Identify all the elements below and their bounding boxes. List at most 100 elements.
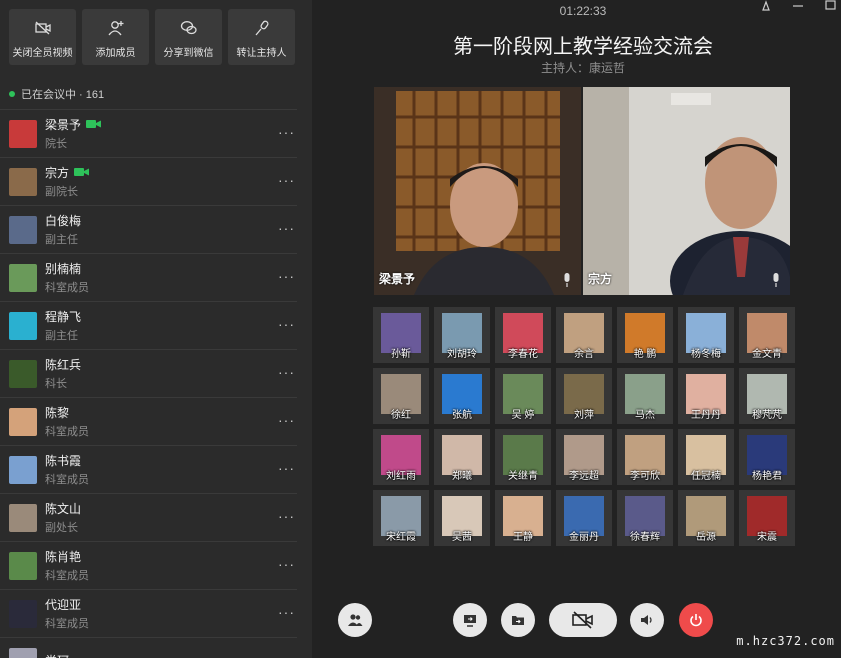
participant-tile[interactable]: 金文青 xyxy=(739,307,795,363)
member-name: 陈文山 xyxy=(45,501,82,516)
transfer-host-button[interactable]: 转让主持人 xyxy=(228,9,295,65)
more-options-icon[interactable]: ··· xyxy=(278,556,295,572)
participant-tile[interactable]: 徐春辉 xyxy=(617,490,673,546)
participant-tile[interactable]: 徐红 xyxy=(373,368,429,424)
participant-tile[interactable]: 李可欣 xyxy=(617,429,673,485)
camera-on-icon xyxy=(86,120,102,128)
participant-tile[interactable]: 宋震 xyxy=(739,490,795,546)
list-item[interactable]: 陈书霞 科室成员 ··· xyxy=(0,445,297,493)
participant-tile[interactable]: 杨冬梅 xyxy=(678,307,734,363)
participants-button[interactable] xyxy=(338,603,372,637)
member-name-row: 白俊梅 xyxy=(45,212,81,228)
member-role: 院长 xyxy=(45,138,67,150)
more-options-icon[interactable]: ··· xyxy=(278,604,295,620)
more-options-icon[interactable]: ··· xyxy=(278,220,295,236)
member-text: 程静飞 副主任 xyxy=(45,308,81,343)
sidebar-actions: 关闭全员视频 添加成员 分享到微信 转让主持人 xyxy=(9,9,295,65)
close-all-video-button[interactable]: 关闭全员视频 xyxy=(9,9,76,65)
participant-tile[interactable]: 关继青 xyxy=(495,429,551,485)
meeting-host: 主持人：康运哲 xyxy=(540,61,625,75)
participant-tile[interactable]: 郑曦 xyxy=(434,429,490,485)
participant-name: 马杰 xyxy=(635,410,655,421)
video-name-2: 宗方 xyxy=(588,272,613,286)
participant-tile[interactable]: 孙靳 xyxy=(373,307,429,363)
member-name: 陈书霞 xyxy=(45,453,82,468)
pin-icon[interactable] xyxy=(759,0,773,12)
member-name-row: 党珂 xyxy=(45,652,69,658)
participant-tile[interactable]: 马杰 xyxy=(617,368,673,424)
participant-tile[interactable]: 王静 xyxy=(495,490,551,546)
leave-meeting-button[interactable] xyxy=(679,603,713,637)
more-options-icon[interactable]: ··· xyxy=(278,364,295,380)
add-member-button[interactable]: 添加成员 xyxy=(82,9,149,65)
participant-tile[interactable]: 刘萍 xyxy=(556,368,612,424)
participant-tile[interactable]: 岳源 xyxy=(678,490,734,546)
member-role: 副处长 xyxy=(45,522,78,534)
share-file-icon xyxy=(512,616,524,625)
minimize-icon[interactable] xyxy=(791,0,805,12)
more-options-icon[interactable]: ··· xyxy=(278,268,295,284)
participant-tile[interactable]: 余言 xyxy=(556,307,612,363)
participant-tile[interactable]: 刘胡玲 xyxy=(434,307,490,363)
more-options-icon[interactable]: ··· xyxy=(278,652,295,658)
participant-tile[interactable]: 吴茜 xyxy=(434,490,490,546)
list-item[interactable]: 白俊梅 副主任 ··· xyxy=(0,205,297,253)
list-item[interactable]: 别楠楠 科室成员 ··· xyxy=(0,253,297,301)
avatar xyxy=(9,647,37,658)
share-file-button[interactable] xyxy=(501,603,535,637)
sidebar: 关闭全员视频 添加成员 分享到微信 转让主持人 已在会议中 · 161 梁景予院… xyxy=(0,0,312,658)
list-item[interactable]: 代迎亚 科室成员 ··· xyxy=(0,589,297,637)
member-name: 陈黎 xyxy=(45,405,70,420)
member-name-row: 陈肖艳 xyxy=(45,548,89,564)
speaker-icon xyxy=(641,615,652,625)
list-item[interactable]: 陈肖艳 科室成员 ··· xyxy=(0,541,297,589)
list-item[interactable]: 党珂 ··· xyxy=(0,637,297,658)
member-name: 陈肖艳 xyxy=(45,549,82,564)
video-frame-2 xyxy=(583,87,790,295)
participant-tile[interactable]: 艳 鹏 xyxy=(617,307,673,363)
participant-tile[interactable]: 任冠楠 xyxy=(678,429,734,485)
participant-tile[interactable]: 张航 xyxy=(434,368,490,424)
participant-name: 艳 鹏 xyxy=(633,349,657,360)
participant-name: 金文青 xyxy=(752,349,782,360)
more-options-icon[interactable]: ··· xyxy=(278,508,295,524)
member-text: 宗方 副院长 xyxy=(45,164,90,199)
share-screen-button[interactable] xyxy=(453,603,487,637)
more-options-icon[interactable]: ··· xyxy=(278,316,295,332)
participant-tile[interactable]: 李春花 xyxy=(495,307,551,363)
participant-tile[interactable]: 刘红雨 xyxy=(373,429,429,485)
toggle-video-button[interactable] xyxy=(549,603,617,637)
participant-tile[interactable]: 王丹丹 xyxy=(678,368,734,424)
member-list: 梁景予 院长 ··· 宗方 副院长 ··· 白俊梅 副主任 ··· 别楠楠 科室成员 ··· 程静飞 副主… xyxy=(0,109,297,658)
list-item[interactable]: 梁景予 院长 ··· xyxy=(0,109,297,157)
participant-tile[interactable]: 穆芃芃 xyxy=(739,368,795,424)
list-item[interactable]: 程静飞 副主任 ··· xyxy=(0,301,297,349)
window-controls xyxy=(759,0,837,12)
participant-tile[interactable]: 宋红霞 xyxy=(373,490,429,546)
share-to-wechat-button[interactable]: 分享到微信 xyxy=(155,9,222,65)
video-feed-2[interactable]: 宗方 xyxy=(583,87,790,295)
member-text: 陈文山 副处长 xyxy=(45,500,81,535)
more-options-icon[interactable]: ··· xyxy=(278,412,295,428)
member-name-row: 陈书霞 xyxy=(45,452,89,468)
more-options-icon[interactable]: ··· xyxy=(278,460,295,476)
participant-name: 穆芃芃 xyxy=(752,410,782,421)
microphone-icon xyxy=(255,20,269,36)
list-item[interactable]: 陈文山副处长 ··· xyxy=(0,493,297,541)
list-item[interactable]: 陈红兵 科长 ··· xyxy=(0,349,297,397)
list-item[interactable]: 宗方 副院长 ··· xyxy=(0,157,297,205)
member-text: 代迎亚 科室成员 xyxy=(45,596,89,631)
list-item[interactable]: 陈黎 科室成员 ··· xyxy=(0,397,297,445)
online-count-text: 已在会议中 · 161 xyxy=(21,89,105,101)
participant-tile[interactable]: 吴 婷 xyxy=(495,368,551,424)
participant-tile[interactable]: 杨艳君 xyxy=(739,429,795,485)
maximize-icon[interactable] xyxy=(823,0,837,12)
member-text: 梁景予 院长 xyxy=(45,116,102,151)
participant-tile[interactable]: 金丽丹 xyxy=(556,490,612,546)
participant-tile[interactable]: 李远超 xyxy=(556,429,612,485)
member-role: 副主任 xyxy=(45,330,78,342)
more-options-icon[interactable]: ··· xyxy=(278,172,295,188)
speaker-button[interactable] xyxy=(630,603,664,637)
video-feed-1[interactable]: 梁景予 xyxy=(374,87,581,295)
more-options-icon[interactable]: ··· xyxy=(278,124,295,140)
